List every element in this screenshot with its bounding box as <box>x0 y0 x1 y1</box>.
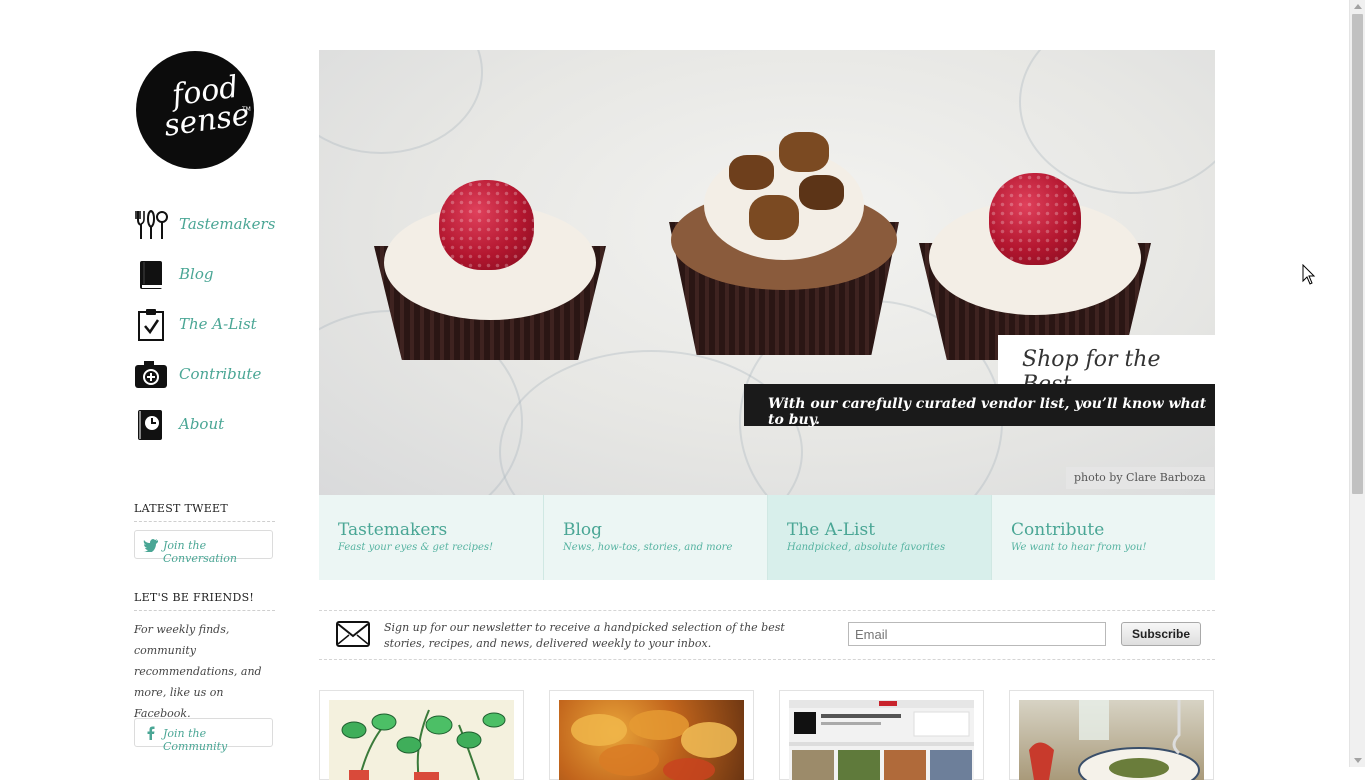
scroll-up-arrow-icon[interactable] <box>1354 4 1362 9</box>
cupcake-image <box>919 165 1151 360</box>
nav-label: Contribute <box>179 365 262 383</box>
mouse-pointer-icon <box>1302 264 1316 285</box>
logo-text-sense: sense <box>161 97 252 144</box>
envelope-icon <box>336 621 370 647</box>
tab-title: Contribute <box>1011 520 1105 540</box>
cupcake-image <box>669 132 899 355</box>
raspberry <box>989 173 1081 265</box>
nav-label: The A-List <box>179 315 257 333</box>
nav-label: Blog <box>179 265 214 283</box>
nav-item-contribute[interactable]: Contribute <box>134 356 284 406</box>
card-thumbnail <box>789 700 974 780</box>
tab-subtitle: News, how-tos, stories, and more <box>563 542 733 553</box>
join-community-label: Join the Community <box>163 727 228 753</box>
tab-blog[interactable]: Blog News, how-tos, stories, and more <box>543 495 767 580</box>
walnut <box>779 132 829 172</box>
card-thumbnail <box>1019 700 1204 780</box>
facebook-icon <box>147 726 155 740</box>
card-thumbnail <box>329 700 514 780</box>
tab-tastemakers[interactable]: Tastemakers Feast your eyes & get recipe… <box>319 495 543 580</box>
walnut <box>799 175 844 210</box>
cupcake-image <box>374 170 606 360</box>
twitter-bird-icon <box>143 539 158 552</box>
walnut <box>729 155 774 190</box>
clock-book-icon <box>138 410 162 440</box>
tab-a-list[interactable]: The A-List Handpicked, absolute favorite… <box>767 495 991 580</box>
hero-subtitle-bar[interactable]: With our carefully curated vendor list, … <box>744 384 1215 428</box>
subscribe-button[interactable]: Subscribe <box>1121 622 1201 646</box>
main-nav: Tastemakers Blog The A-List Contribute A… <box>134 206 284 456</box>
tab-subtitle: Handpicked, absolute favorites <box>787 542 946 553</box>
join-conversation-button[interactable]: Join the Conversation <box>134 530 273 565</box>
tab-contribute[interactable]: Contribute We want to hear from you! <box>991 495 1215 580</box>
nav-item-about[interactable]: About <box>134 406 284 456</box>
tab-title: Tastemakers <box>338 520 448 540</box>
newsletter-text: Sign up for our newsletter to receive a … <box>384 621 785 650</box>
clipboard-check-icon <box>138 309 164 341</box>
book-icon <box>140 261 162 289</box>
nav-label: About <box>179 415 225 433</box>
nav-item-a-list[interactable]: The A-List <box>134 306 284 356</box>
camera-plus-icon <box>135 361 167 388</box>
friends-text: For weekly finds, community recommendati… <box>134 623 262 720</box>
friends-heading: LET'S BE FRIENDS! <box>134 591 275 611</box>
email-input[interactable] <box>848 622 1106 646</box>
utensils-icon <box>135 209 168 239</box>
join-community-button[interactable]: Join the Community <box>134 718 273 753</box>
scroll-down-arrow-icon[interactable] <box>1354 758 1362 763</box>
raspberry <box>439 180 534 270</box>
latest-tweet-heading: LATEST TWEET <box>134 502 275 522</box>
nav-item-tastemakers[interactable]: Tastemakers <box>134 206 284 256</box>
join-conversation-label: Join the Conversation <box>163 539 237 565</box>
nav-item-blog[interactable]: Blog <box>134 256 284 306</box>
section-tabs: Tastemakers Feast your eyes & get recipe… <box>319 495 1215 580</box>
food-sense-logo[interactable]: food sense TM <box>136 51 254 169</box>
hero-title-box[interactable]: Shop for the Best <box>998 335 1215 397</box>
tab-subtitle: Feast your eyes & get recipes! <box>338 542 494 553</box>
photo-credit: photo by Clare Barboza <box>1066 467 1214 489</box>
walnut <box>749 195 799 240</box>
card-thumbnail <box>559 700 744 780</box>
tab-title: Blog <box>563 520 603 540</box>
hero-banner[interactable]: photo by Clare Barboza <box>319 50 1215 495</box>
tab-subtitle: We want to hear from you! <box>1011 542 1147 553</box>
newsletter-signup: Sign up for our newsletter to receive a … <box>319 610 1215 660</box>
vertical-scrollbar[interactable] <box>1349 0 1365 767</box>
logo-trademark: TM <box>242 106 251 113</box>
hero-subtitle: With our carefully curated vendor list, … <box>768 396 1207 428</box>
tab-title: The A-List <box>787 520 876 540</box>
nav-label: Tastemakers <box>179 215 276 233</box>
scrollbar-thumb[interactable] <box>1352 14 1363 494</box>
